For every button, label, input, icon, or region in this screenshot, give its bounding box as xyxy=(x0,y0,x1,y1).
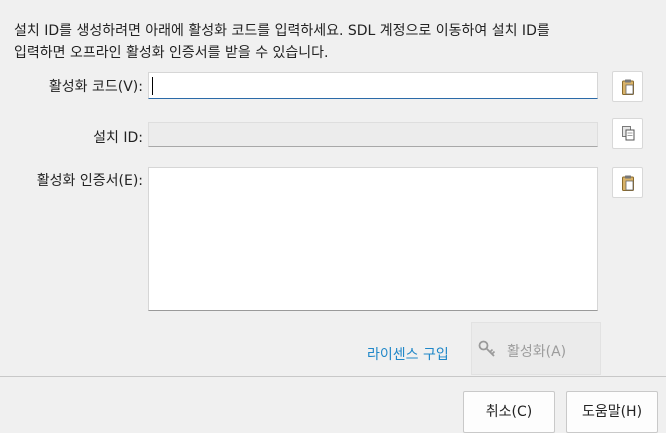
install-id-field[interactable] xyxy=(148,122,598,147)
footer-divider xyxy=(0,376,666,377)
text-caret xyxy=(152,77,153,95)
install-id-label: 설치 ID: xyxy=(93,130,143,146)
paste-certificate-button[interactable] xyxy=(612,167,643,198)
activate-button-label: 활성화(A) xyxy=(507,344,567,360)
clipboard-paste-icon xyxy=(622,175,634,191)
activate-button[interactable]: 활성화(A) xyxy=(471,322,601,375)
activation-code-input[interactable] xyxy=(148,72,598,99)
key-icon xyxy=(478,340,496,357)
instructions-line-1: 설치 ID를 생성하려면 아래에 활성화 코드를 입력하세요. SDL 계정으로… xyxy=(14,23,550,39)
certificate-textarea[interactable] xyxy=(148,167,598,311)
activation-code-label: 활성화 코드(V): xyxy=(48,79,143,95)
help-button[interactable]: 도움말(H) xyxy=(566,391,658,433)
copy-install-id-button[interactable] xyxy=(612,118,643,149)
instructions-text: 설치 ID를 생성하려면 아래에 활성화 코드를 입력하세요. SDL 계정으로… xyxy=(14,20,644,64)
instructions-line-2: 입력하면 오프라인 활성화 인증서를 받을 수 있습니다. xyxy=(14,45,329,61)
paste-activation-code-button[interactable] xyxy=(612,71,643,102)
copy-icon xyxy=(622,126,635,141)
cancel-button[interactable]: 취소(C) xyxy=(463,391,555,433)
buy-license-link[interactable]: 라이센스 구입 xyxy=(367,344,449,364)
clipboard-paste-icon xyxy=(622,79,634,95)
certificate-label: 활성화 인증서(E): xyxy=(36,173,143,189)
